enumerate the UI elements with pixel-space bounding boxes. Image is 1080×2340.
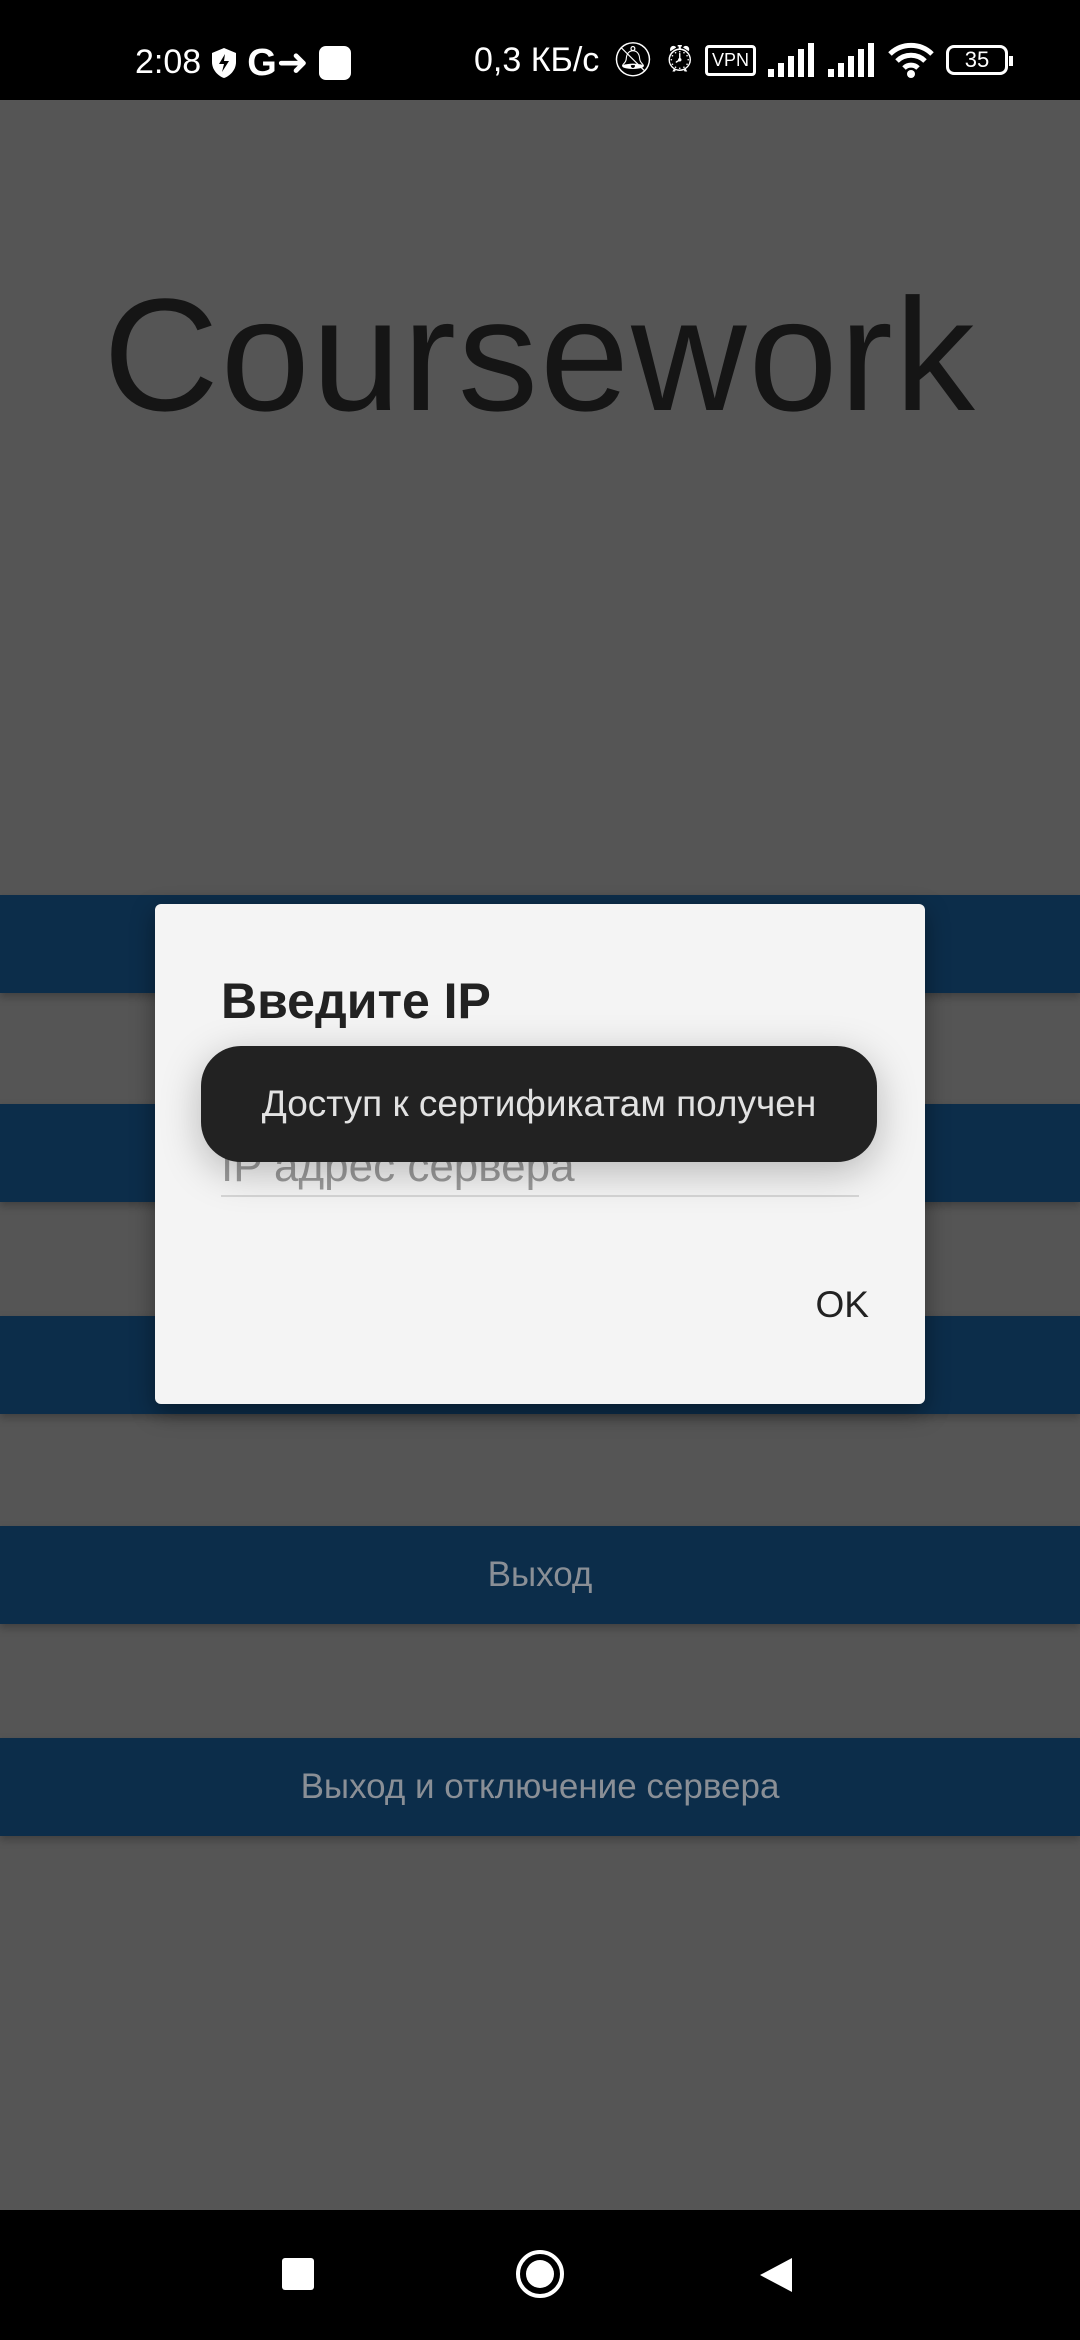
back-triangle-icon[interactable] — [758, 2256, 794, 2294]
battery-icon: 35 — [946, 45, 1013, 75]
vpn-icon: VPN — [704, 44, 756, 76]
signal-icon — [768, 43, 816, 77]
notification-square-icon — [318, 45, 351, 80]
wifi-icon — [888, 42, 934, 78]
status-time: 2:08 — [135, 43, 202, 81]
status-bar: 2:08 G➜ 0,3 КБ/с 🔕︎ ⏰︎ VPN 35 — [0, 0, 1080, 100]
app-title: Coursework — [103, 265, 977, 444]
signal-icon — [828, 43, 876, 77]
shield-bolt-icon — [211, 47, 237, 79]
ok-button[interactable]: OK — [816, 1284, 869, 1326]
exit-button[interactable]: Выход — [0, 1526, 1080, 1624]
bell-off-icon: 🔕︎ — [611, 41, 655, 79]
navigation-bar — [0, 2210, 1080, 2340]
home-circle-icon[interactable] — [514, 2248, 566, 2300]
alarm-icon: ⏰︎ — [666, 40, 693, 79]
g-arrow-icon: G➜ — [247, 42, 309, 84]
network-speed: 0,3 КБ/с — [474, 40, 600, 79]
dialog-title: Введите IP — [221, 973, 491, 1029]
toast-message: Доступ к сертификатам получен — [201, 1046, 877, 1162]
exit-and-shutdown-server-button[interactable]: Выход и отключение сервера — [0, 1738, 1080, 1836]
recents-square-icon[interactable] — [282, 2258, 314, 2290]
